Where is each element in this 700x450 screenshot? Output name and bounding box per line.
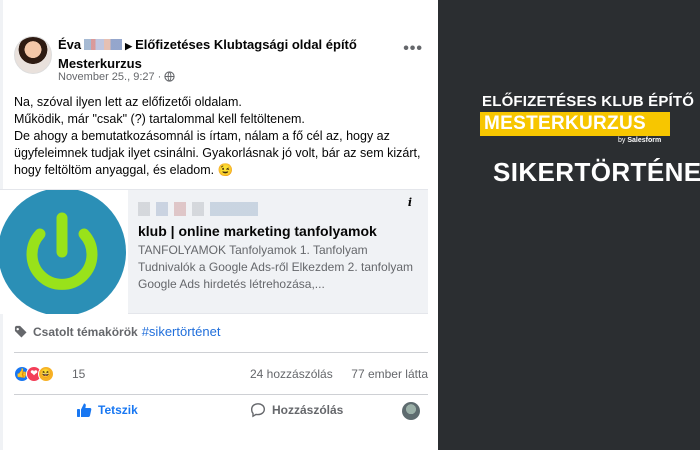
screenshot: Éva ▶ Előfizetéses Klubtagsági oldal építő… bbox=[0, 0, 700, 450]
post-paragraph: Működik, már "csak" (?) tartalommal kell… bbox=[14, 112, 305, 126]
link-description: TANFOLYAMOK Tanfolyamok 1. Tanfolyam Tud… bbox=[138, 243, 414, 291]
comment-button[interactable]: Hozzászólás bbox=[250, 402, 343, 418]
comment-label: Hozzászólás bbox=[272, 403, 344, 417]
topics-label: Csatolt témakörök bbox=[33, 324, 138, 339]
post-meta: November 25., 9:27 · bbox=[58, 71, 176, 83]
avatar[interactable] bbox=[402, 402, 420, 420]
avatar[interactable] bbox=[14, 36, 52, 74]
action-bar: Tetszik Hozzászólás bbox=[14, 398, 428, 424]
post-header: Éva ▶ Előfizetéses Klubtagsági oldal építő… bbox=[14, 36, 429, 84]
link-text: klub | online marketing tanfolyamok TANF… bbox=[138, 202, 416, 293]
seen-count[interactable]: 77 ember látta bbox=[351, 367, 428, 381]
promo-byline: by Salesform bbox=[618, 137, 661, 144]
divider bbox=[14, 394, 428, 395]
post-stats: 👍 ❤ 😆 15 24 hozzászólás 77 ember látta bbox=[14, 365, 428, 385]
promo-headline: SIKERTÖRTÉNET! bbox=[493, 157, 700, 187]
promo-title: ELŐFIZETÉSES KLUB ÉPÍTŐ bbox=[482, 93, 695, 110]
redacted-domain bbox=[138, 202, 258, 216]
comment-count[interactable]: 24 hozzászólás bbox=[250, 367, 333, 381]
timestamp[interactable]: November 25., 9:27 · bbox=[58, 71, 161, 83]
post-body: Na, szóval ilyen lett az előfizetői olda… bbox=[14, 94, 424, 179]
power-icon bbox=[0, 190, 126, 314]
author-line: Éva ▶ Előfizetéses Klubtagsági oldal építő… bbox=[58, 36, 388, 72]
topics-row: Csatolt témakörök #sikertörténet bbox=[14, 324, 220, 339]
promo-panel: ELŐFIZETÉSES KLUB ÉPÍTŐ MESTERKURZUS by … bbox=[438, 0, 700, 450]
like-label: Tetszik bbox=[98, 403, 138, 417]
like-button[interactable]: Tetszik bbox=[76, 402, 138, 418]
more-options-button[interactable]: ••• bbox=[403, 40, 423, 58]
reaction-count[interactable]: 15 bbox=[72, 367, 85, 381]
comment-icon bbox=[250, 403, 266, 418]
redacted-name bbox=[84, 39, 123, 50]
thumbs-up-icon bbox=[77, 403, 92, 417]
link-thumbnail bbox=[0, 190, 128, 314]
link-preview[interactable]: klub | online marketing tanfolyamok TANF… bbox=[0, 189, 428, 314]
info-icon[interactable]: i bbox=[402, 195, 418, 211]
divider bbox=[14, 352, 428, 353]
globe-icon bbox=[164, 71, 176, 82]
byline-prefix: by bbox=[618, 137, 628, 144]
author-name[interactable]: Éva bbox=[58, 37, 81, 52]
post-paragraph: Na, szóval ilyen lett az előfizetői olda… bbox=[14, 95, 242, 109]
facebook-post: Éva ▶ Előfizetéses Klubtagsági oldal építő… bbox=[0, 0, 438, 450]
topic-tag-link[interactable]: #sikertörténet bbox=[142, 324, 221, 339]
tag-icon bbox=[14, 325, 27, 338]
promo-course-name: MESTERKURZUS bbox=[484, 113, 646, 134]
link-title[interactable]: klub | online marketing tanfolyamok bbox=[138, 222, 416, 240]
brand-name: Salesform bbox=[627, 137, 662, 144]
haha-reaction-icon: 😆 bbox=[38, 366, 54, 382]
arrow-right-icon: ▶ bbox=[125, 41, 133, 51]
post-paragraph: De ahogy a bemutatkozásomnál is írtam, n… bbox=[14, 129, 421, 177]
reactions[interactable]: 👍 ❤ 😆 bbox=[14, 366, 54, 382]
